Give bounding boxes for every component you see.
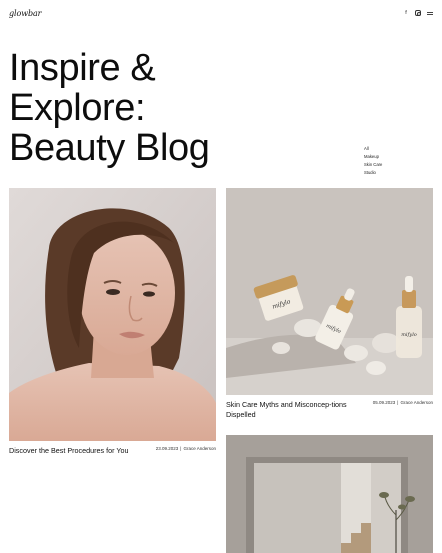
meta-separator: |: [180, 446, 182, 451]
post-image-portrait[interactable]: [9, 188, 216, 441]
post-date: 05.09.2023: [372, 400, 396, 405]
post-image-skincare[interactable]: mifylo mifylo mifylo: [226, 188, 433, 395]
svg-text:mifylo: mifylo: [401, 332, 417, 338]
post-date: 23.09.2023: [155, 446, 179, 451]
post-title[interactable]: Discover the Best Procedures for You: [9, 446, 137, 456]
post-title[interactable]: Skin Care Myths and Misconcep-tions Disp…: [226, 400, 351, 419]
post-author[interactable]: Grace Anderson: [183, 446, 216, 451]
category-skin-care[interactable]: Skin Care: [364, 161, 382, 169]
site-header: glowbar f: [0, 0, 442, 30]
social-links: f: [402, 9, 434, 17]
meta-separator: |: [397, 400, 399, 405]
post-meta: 05.09.2023 | Grace Anderson: [357, 400, 433, 406]
site-logo[interactable]: glowbar: [9, 9, 41, 18]
page-title-line-1: Inspire &: [9, 47, 156, 89]
page-title-line-3: Beauty Blog: [9, 127, 210, 169]
interior-illustration: [226, 435, 433, 553]
skincare-illustration: mifylo mifylo mifylo: [226, 188, 433, 395]
page-title-line-2: Explore:: [9, 87, 146, 129]
portrait-illustration: [9, 188, 216, 441]
category-all[interactable]: All: [364, 145, 382, 153]
category-studio[interactable]: Studio: [364, 169, 382, 177]
post-image-interior[interactable]: [226, 435, 433, 553]
instagram-icon[interactable]: [415, 10, 422, 17]
post-author[interactable]: Grace Anderson: [400, 400, 433, 405]
post-meta: 23.09.2023 | Grace Anderson: [140, 446, 216, 452]
facebook-icon[interactable]: f: [402, 9, 410, 17]
category-filter: All Makeup Skin Care Studio: [364, 145, 382, 177]
menu-icon[interactable]: [426, 9, 434, 17]
page-title: Inspire & Explore: Beauty Blog: [9, 48, 269, 168]
category-makeup[interactable]: Makeup: [364, 153, 382, 161]
